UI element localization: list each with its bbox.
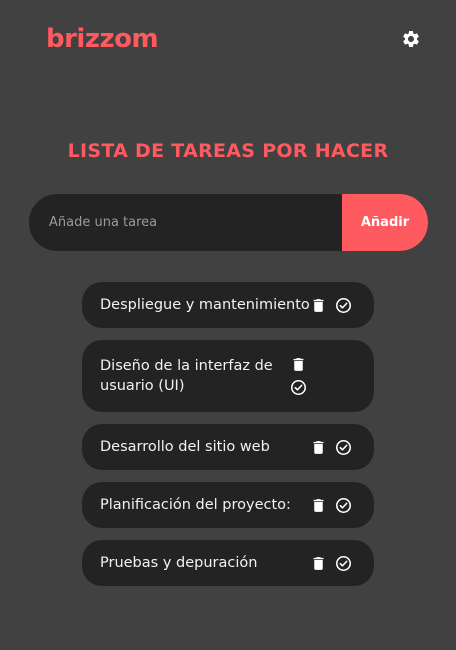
add-task-form: Añadir: [29, 194, 428, 251]
trash-icon[interactable]: [310, 497, 327, 514]
check-circle-icon[interactable]: [335, 439, 352, 456]
trash-icon[interactable]: [310, 439, 327, 456]
brand-logo: brizzom: [46, 24, 159, 54]
gear-icon[interactable]: [401, 29, 421, 49]
page-title: LISTA DE TAREAS POR HACER: [67, 140, 389, 162]
task-item: Planificación del proyecto:: [82, 482, 374, 528]
trash-icon[interactable]: [310, 297, 327, 314]
check-circle-icon[interactable]: [335, 497, 352, 514]
task-actions: [310, 497, 352, 514]
check-circle-icon[interactable]: [335, 297, 352, 314]
task-input[interactable]: [29, 194, 342, 251]
task-actions: [310, 439, 352, 456]
trash-icon[interactable]: [310, 555, 327, 572]
task-label: Pruebas y depuración: [100, 555, 258, 571]
task-label: Diseño de la interfaz de usuario (UI): [100, 358, 273, 394]
check-circle-icon[interactable]: [335, 555, 352, 572]
task-item: Desarrollo del sitio web: [82, 424, 374, 470]
trash-icon[interactable]: [290, 356, 307, 373]
task-item: Despliegue y mantenimiento: [82, 282, 374, 328]
check-circle-icon[interactable]: [290, 379, 307, 396]
task-label: Despliegue y mantenimiento: [100, 297, 310, 313]
task-item: Diseño de la interfaz de usuario (UI): [82, 340, 374, 412]
task-item: Pruebas y depuración: [82, 540, 374, 586]
task-actions: [290, 356, 307, 396]
task-actions: [310, 555, 352, 572]
task-label: Planificación del proyecto:: [100, 497, 291, 513]
task-actions: [310, 297, 352, 314]
task-label: Desarrollo del sitio web: [100, 439, 270, 455]
add-task-button[interactable]: Añadir: [342, 194, 428, 251]
